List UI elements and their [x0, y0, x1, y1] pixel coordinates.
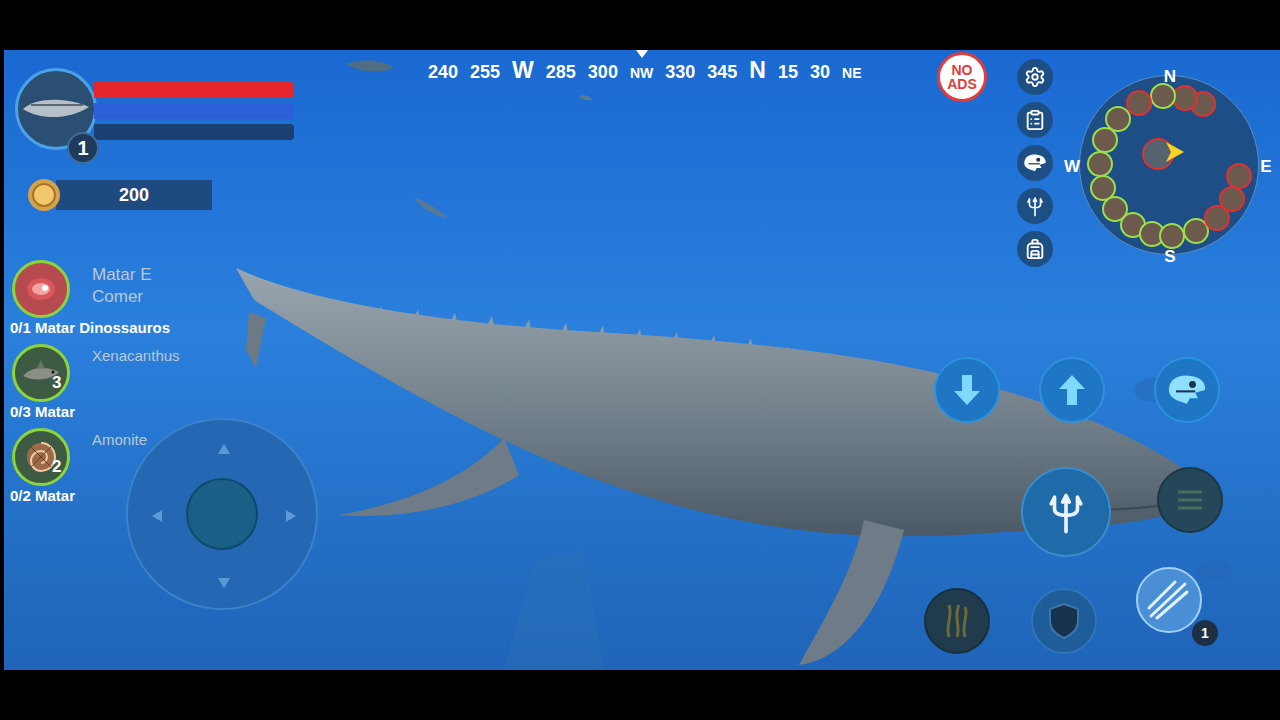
skills-button[interactable] — [1017, 188, 1053, 224]
quest-progress: 0/3 Matar — [10, 402, 192, 422]
player-arrow-icon — [1166, 142, 1184, 162]
minimap-label: N — [1162, 64, 1178, 90]
no-ads-label: NO — [952, 63, 973, 77]
coin-counter: 200 — [26, 177, 212, 213]
minimap-marker — [1219, 186, 1245, 212]
game-scene[interactable]: 1 200 Matar E Comer 0/1 Matar Dinossauros 3 X… — [4, 50, 1280, 670]
level-badge: 1 — [67, 132, 99, 164]
creatures-button[interactable] — [1017, 145, 1053, 181]
shield-icon — [1047, 602, 1081, 640]
compass-mark: 330 — [665, 60, 695, 84]
quest-title: Matar E Comer — [92, 260, 192, 308]
health-bar — [94, 82, 294, 98]
minimap-marker — [1087, 151, 1113, 177]
dino-head-icon — [1165, 368, 1209, 412]
joystick-arrows-icon — [128, 420, 320, 612]
arrow-down-icon — [952, 373, 982, 407]
quest-title: Xenacanthus — [92, 344, 192, 367]
quest-item[interactable]: 3 Xenacanthus 0/3 Matar — [10, 344, 192, 422]
player-marker — [1142, 138, 1174, 170]
joystick[interactable] — [126, 418, 318, 610]
mosasaur-icon — [21, 89, 91, 129]
minimap-marker — [1126, 90, 1152, 116]
no-ads-button[interactable]: NOADS — [937, 52, 987, 102]
compass-mark: 30 — [810, 60, 830, 84]
skill-count-badge: 1 — [1192, 620, 1218, 646]
minimap-label: E — [1258, 154, 1274, 180]
quest-count: 2 — [52, 454, 61, 480]
trident-icon — [1024, 195, 1046, 217]
status-bars — [94, 82, 294, 140]
dino-skull-icon — [1022, 150, 1048, 176]
seaweed-icon — [937, 601, 977, 641]
meat-icon — [24, 272, 58, 306]
no-ads-label: ADS — [947, 77, 977, 91]
eat-button[interactable] — [924, 588, 990, 654]
compass-mark: 15 — [778, 60, 798, 84]
experience-bar — [94, 124, 294, 140]
menu-column — [1017, 59, 1053, 267]
compass-mark: 345 — [707, 60, 737, 84]
compass-mark: N — [749, 56, 766, 84]
quest-count: 3 — [52, 370, 61, 396]
attack-button[interactable] — [1021, 467, 1111, 557]
roar-button[interactable] — [1154, 357, 1220, 423]
letterbox-top — [0, 0, 1280, 50]
defend-button[interactable] — [1031, 588, 1097, 654]
backpack-icon — [1024, 238, 1046, 260]
compass-mark: 240 — [428, 60, 458, 84]
inventory-button[interactable] — [1017, 231, 1053, 267]
minimap-marker — [1226, 163, 1252, 189]
quest-item[interactable]: Matar E Comer 0/1 Matar Dinossauros — [10, 260, 192, 338]
coin-icon — [26, 177, 62, 213]
bite-button[interactable] — [1157, 467, 1223, 533]
minimap-label: S — [1162, 244, 1178, 270]
minimap-marker — [1092, 127, 1118, 153]
minimap-label: W — [1064, 154, 1080, 180]
rise-button[interactable] — [1039, 357, 1105, 423]
compass: 240 255 W 285 300 NW 330 345 N 15 30 NE — [428, 56, 861, 84]
bite-icon — [1170, 480, 1210, 520]
missions-button[interactable] — [1017, 102, 1053, 138]
gear-icon — [1024, 66, 1046, 88]
minimap-marker — [1150, 83, 1176, 109]
compass-mark: NE — [842, 62, 861, 84]
energy-bar — [94, 103, 294, 119]
quest-progress: 0/1 Matar Dinossauros — [10, 318, 192, 338]
compass-mark: 255 — [470, 60, 500, 84]
compass-pointer-icon — [636, 50, 648, 58]
compass-mark: W — [512, 56, 534, 84]
quest-icon — [12, 260, 70, 318]
compass-mark: 285 — [546, 60, 576, 84]
compass-mark: 300 — [588, 60, 618, 84]
screen: 1 200 Matar E Comer 0/1 Matar Dinossauros 3 X… — [0, 0, 1280, 720]
compass-mark: NW — [630, 62, 653, 84]
letterbox-bottom — [0, 670, 1280, 720]
joystick-knob[interactable] — [186, 478, 258, 550]
energy-fill — [94, 103, 294, 119]
arrow-up-icon — [1057, 373, 1087, 407]
clipboard-icon — [1024, 109, 1046, 131]
dive-button[interactable] — [934, 357, 1000, 423]
skill-button[interactable] — [1136, 567, 1202, 633]
minimap-marker — [1159, 223, 1185, 249]
settings-button[interactable] — [1017, 59, 1053, 95]
trident-icon — [1043, 489, 1089, 535]
coin-value: 200 — [56, 180, 212, 210]
health-fill — [94, 82, 294, 98]
ice-skill-icon — [1145, 576, 1193, 624]
minimap[interactable]: NWES — [1079, 75, 1259, 255]
